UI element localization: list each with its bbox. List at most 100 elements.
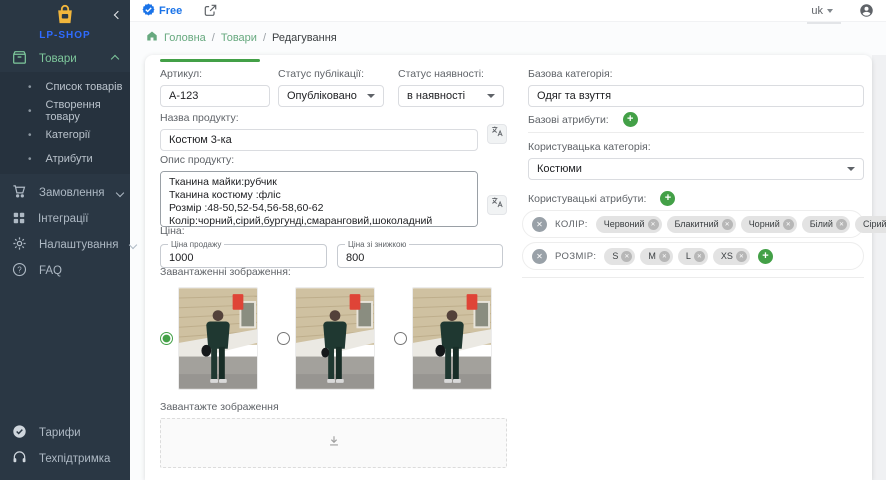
sidebar-item-categories[interactable]: • Категорії <box>0 123 130 147</box>
active-tab-indicator <box>160 59 260 62</box>
translate-icon <box>491 125 504 143</box>
upload-dropzone[interactable] <box>160 418 507 468</box>
chevron-down-icon <box>130 239 136 251</box>
headset-icon <box>12 450 27 468</box>
cart-icon <box>12 184 27 202</box>
main-image-radio-1[interactable] <box>160 332 173 345</box>
attribute-name: КОЛІР: <box>555 219 588 230</box>
sidebar-item-attributes[interactable]: • Атрибути <box>0 147 130 171</box>
translate-name-button[interactable] <box>487 124 507 144</box>
image-item-2 <box>277 287 375 390</box>
sidebar-item-support[interactable]: Техпідтримка <box>0 446 130 472</box>
sidebar-item-product-list[interactable]: • Список товарів <box>0 75 130 99</box>
custom-category-value: Костюми <box>537 163 582 175</box>
grid-icon <box>12 211 26 228</box>
product-photo-2[interactable] <box>295 287 375 390</box>
remove-chip-button[interactable]: ✕ <box>659 251 670 262</box>
avatar[interactable] <box>859 3 874 18</box>
plan-badge[interactable]: Free <box>142 3 182 19</box>
products-submenu: • Список товарів • Створення товару • Ка… <box>0 72 130 174</box>
caret-down-icon <box>827 9 833 13</box>
chip-color-5: Сірий✕ <box>855 216 886 233</box>
translate-icon <box>491 196 504 214</box>
sidebar-item-product-create[interactable]: • Створення товару <box>0 99 130 123</box>
remove-chip-button[interactable]: ✕ <box>836 219 847 230</box>
remove-chip-button[interactable]: ✕ <box>648 219 659 230</box>
translate-description-button[interactable] <box>487 195 507 215</box>
edit-product-card: Артикул: Статус публікації: Опубліковано… <box>145 55 872 480</box>
publish-status-select[interactable]: Опубліковано <box>278 85 384 107</box>
remove-chip-button[interactable]: ✕ <box>783 219 794 230</box>
sidebar-collapse-button[interactable] <box>115 5 121 23</box>
sidebar-item-tariffs[interactable]: Тарифи <box>0 420 130 446</box>
base-category-input[interactable] <box>528 85 864 107</box>
image-item-3 <box>394 287 492 390</box>
remove-chip-button[interactable]: ✕ <box>621 251 632 262</box>
home-icon <box>146 30 158 45</box>
discount-price-field: Ціна зі знижкою <box>337 244 503 268</box>
chip-color-3: Чорний✕ <box>741 216 797 233</box>
discount-price-floating-label: Ціна зі знижкою <box>345 240 409 249</box>
remove-chip-button[interactable]: ✕ <box>736 251 747 262</box>
custom-category-label: Користувацька категорія: <box>528 141 864 153</box>
add-custom-attribute-button[interactable]: + <box>660 191 675 206</box>
breadcrumb-home[interactable]: Головна <box>164 32 206 44</box>
main-image-radio-2[interactable] <box>277 332 290 345</box>
sale-price-floating-label: Ціна продажу <box>168 240 224 249</box>
product-photo-1[interactable] <box>178 287 258 390</box>
remove-size-attribute-button[interactable]: ✕ <box>532 249 547 264</box>
language-select[interactable]: uk <box>811 5 833 17</box>
chip-label: XS <box>721 251 733 261</box>
chip-color-4: Білий✕ <box>802 216 850 233</box>
sidebar-item-integrations[interactable]: Інтеграції <box>0 206 130 232</box>
image-item-1 <box>160 287 258 390</box>
uploaded-images-row <box>160 287 507 390</box>
main-image-radio-3[interactable] <box>394 332 407 345</box>
chip-label: Сірий <box>863 219 886 229</box>
add-size-value-button[interactable]: + <box>758 249 773 264</box>
question-circle-icon: ? <box>12 262 27 280</box>
chip-color-2: Блакитний✕ <box>667 216 736 233</box>
chip-size-4: XS✕ <box>713 248 750 265</box>
language-value: uk <box>811 5 823 17</box>
color-chips: Червоний✕ Блакитний✕ Чорний✕ Білий✕ Сіри… <box>596 216 886 233</box>
custom-category-select[interactable]: Костюми <box>528 158 864 180</box>
base-category-label: Базова категорія: <box>528 68 864 80</box>
remove-chip-button[interactable]: ✕ <box>722 219 733 230</box>
product-name-input[interactable] <box>160 129 478 151</box>
sku-input[interactable] <box>160 85 270 107</box>
product-photo-3[interactable] <box>412 287 492 390</box>
sidebar-item-faq[interactable]: ? FAQ <box>0 258 130 284</box>
remove-chip-button[interactable]: ✕ <box>694 251 705 262</box>
chip-label: Чорний <box>749 219 780 229</box>
product-name-label: Назва продукту: <box>160 112 478 124</box>
availability-status-select[interactable]: в наявності <box>398 85 504 107</box>
vertical-scrollbar[interactable] <box>872 55 886 480</box>
custom-attributes-label: Користувацькі атрибути: <box>528 193 646 205</box>
sidebar-item-label: Інтеграції <box>38 213 88 225</box>
breadcrumb-separator: / <box>263 32 266 44</box>
description-textarea[interactable]: Тканина майки:рубчик Тканина костюму :фл… <box>160 171 478 227</box>
sidebar-item-products[interactable]: Товари <box>0 46 130 72</box>
box-icon <box>12 50 27 68</box>
plan-label: Free <box>159 5 182 17</box>
chip-color-1: Червоний✕ <box>596 216 662 233</box>
bullet-icon: • <box>28 154 32 165</box>
caret-down-icon <box>847 167 855 171</box>
sidebar-item-label: Замовлення <box>39 187 105 199</box>
bullet-icon: • <box>28 106 32 117</box>
breadcrumb-products[interactable]: Товари <box>221 32 257 44</box>
sidebar-item-orders[interactable]: Замовлення <box>0 180 130 206</box>
add-base-attribute-button[interactable]: + <box>623 112 638 127</box>
gear-icon <box>12 236 27 254</box>
remove-color-attribute-button[interactable]: ✕ <box>532 217 547 232</box>
sidebar-footer: Тарифи Техпідтримка <box>0 420 130 472</box>
breadcrumb: Головна / Товари / Редагування <box>146 30 337 45</box>
logo-bag-icon <box>54 11 76 28</box>
sidebar-item-settings[interactable]: Налаштування <box>0 232 130 258</box>
sku-label: Артикул: <box>160 68 270 80</box>
description-label: Опис продукту: <box>160 154 478 166</box>
divider <box>522 277 864 278</box>
open-in-new-button[interactable] <box>204 4 217 17</box>
caret-down-icon <box>487 94 495 98</box>
